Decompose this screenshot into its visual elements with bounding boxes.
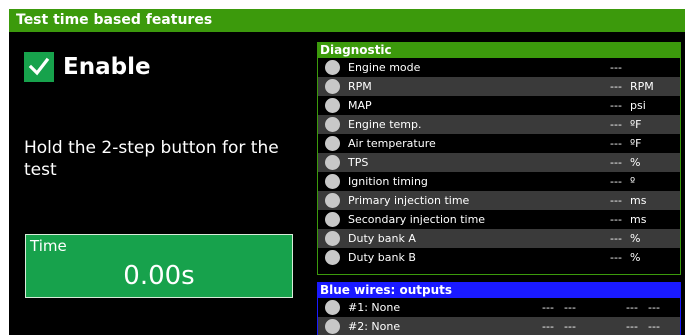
row-value: --- [564, 320, 576, 333]
row-unit: ºF [630, 137, 642, 150]
diagnostic-row: MAP --- psi [318, 96, 680, 115]
row-unit: % [630, 251, 641, 264]
row-label: RPM [348, 80, 372, 93]
row-value: --- [626, 301, 638, 314]
row-value: --- [542, 301, 554, 314]
status-indicator-icon [325, 117, 340, 132]
row-label: Air temperature [348, 137, 436, 150]
status-indicator-icon [325, 98, 340, 113]
row-label: Primary injection time [348, 194, 470, 207]
row-label: Secondary injection time [348, 213, 486, 226]
status-indicator-icon [325, 231, 340, 246]
row-label: #2: None [348, 320, 401, 333]
row-label: Engine temp. [348, 118, 422, 131]
row-label: #1: None [348, 301, 401, 314]
window-title: Test time based features [9, 9, 685, 32]
diagnostic-panel: Diagnostic Engine mode --- RPM --- RPM MAP ---… [317, 42, 681, 275]
row-label: Duty bank A [348, 232, 416, 245]
enable-label: Enable [63, 54, 151, 80]
row-value: --- [610, 175, 622, 188]
enable-toggle[interactable]: Enable [24, 51, 151, 83]
row-value: --- [610, 232, 622, 245]
row-value: --- [542, 320, 554, 333]
row-value: --- [610, 213, 622, 226]
status-indicator-icon [325, 174, 340, 189]
test-window: Test time based features Enable Hold the… [9, 9, 685, 335]
row-value: --- [564, 301, 576, 314]
diagnostic-row: Duty bank A ---% [318, 229, 680, 248]
diagnostic-title: Diagnostic [318, 43, 680, 58]
row-unit: ms [630, 213, 647, 226]
status-indicator-icon [325, 60, 340, 75]
time-label: Time [30, 237, 67, 255]
diagnostic-row: TPS ---% [318, 153, 680, 172]
row-label: MAP [348, 99, 372, 112]
row-value: --- [610, 80, 622, 93]
output-row: #1: None --- --- --- --- [318, 298, 680, 317]
checkbox[interactable] [24, 52, 54, 82]
diagnostic-row: RPM --- RPM [318, 77, 680, 96]
status-indicator-icon [325, 300, 340, 315]
time-display: Time 0.00s [25, 234, 293, 298]
diagnostic-row: Primary injection time --- ms [318, 191, 680, 210]
row-unit: RPM [630, 80, 654, 93]
row-value: --- [626, 320, 638, 333]
diagnostic-row: Duty bank B ---% [318, 248, 680, 267]
blue-wires-panel: Blue wires: outputs #1: None --- --- --- ---… [317, 282, 681, 335]
row-value: --- [610, 61, 622, 74]
time-value: 0.00s [123, 261, 195, 291]
status-indicator-icon [325, 250, 340, 265]
row-value: --- [648, 301, 660, 314]
row-unit: % [630, 156, 641, 169]
row-unit: % [630, 232, 641, 245]
diagnostic-row: Ignition timing --- º [318, 172, 680, 191]
diagnostic-row: Engine mode --- [318, 58, 680, 77]
row-unit: psi [630, 99, 646, 112]
status-indicator-icon [325, 319, 340, 334]
row-label: Ignition timing [348, 175, 428, 188]
row-unit: º [630, 175, 636, 188]
diagnostic-row: Secondary injection time --- ms [318, 210, 680, 229]
output-row: #2: None --- --- --- --- [318, 317, 680, 335]
row-value: --- [610, 118, 622, 131]
row-value: --- [648, 320, 660, 333]
status-indicator-icon [325, 193, 340, 208]
status-indicator-icon [325, 155, 340, 170]
row-value: --- [610, 99, 622, 112]
row-unit: ºF [630, 118, 642, 131]
status-indicator-icon [325, 136, 340, 151]
row-value: --- [610, 156, 622, 169]
row-label: Engine mode [348, 61, 421, 74]
row-value: --- [610, 137, 622, 150]
row-label: TPS [348, 156, 369, 169]
row-value: --- [610, 194, 622, 207]
blue-wires-title: Blue wires: outputs [318, 283, 680, 298]
status-indicator-icon [325, 212, 340, 227]
checkmark-icon [28, 57, 50, 76]
row-label: Duty bank B [348, 251, 416, 264]
diagnostic-row: Air temperature --- ºF [318, 134, 680, 153]
instruction-text: Hold the 2-step button for the test [24, 138, 279, 180]
status-indicator-icon [325, 79, 340, 94]
row-value: --- [610, 251, 622, 264]
diagnostic-row: Engine temp. --- ºF [318, 115, 680, 134]
row-unit: ms [630, 194, 647, 207]
